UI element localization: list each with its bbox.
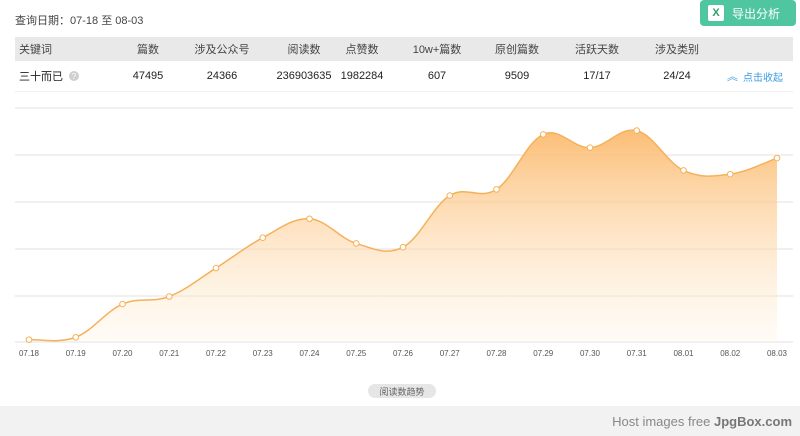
data-point-07.21[interactable] <box>165 293 173 300</box>
x-tick-label: 07.19 <box>66 349 87 358</box>
query-date-label: 查询日期： <box>15 15 70 27</box>
excel-icon: X <box>708 5 724 21</box>
header-keyword: 关键词 <box>19 44 52 56</box>
data-point-08.02[interactable] <box>726 170 734 178</box>
data-point-07.24[interactable] <box>306 215 313 223</box>
x-tick-label: 07.31 <box>627 349 648 358</box>
data-point-07.29[interactable] <box>539 131 547 138</box>
collapse-label: 点击收起 <box>743 72 783 84</box>
data-point-07.26[interactable] <box>399 243 407 251</box>
x-tick-label: 08.01 <box>673 349 694 358</box>
row-keyword: 三十而已 ? <box>19 61 79 91</box>
x-axis-ticks: 07.18 07.19 07.20 07.21 07.22 07.23 07.24 07.25… <box>19 349 788 358</box>
cell-categories: 24/24 <box>663 70 691 82</box>
data-point-07.18[interactable] <box>25 336 33 343</box>
x-tick-label: 07.24 <box>299 349 320 358</box>
export-analysis-button[interactable]: X 导出分析 <box>700 0 796 26</box>
query-date-range: 07-18 至 08-03 <box>70 15 144 27</box>
x-tick-label: 07.26 <box>393 349 414 358</box>
trend-area <box>29 130 777 342</box>
cell-articles: 47495 <box>132 70 164 82</box>
stats-table: 关键词 篇数 涉及公众号 阅读数 点赞数 10w+篇数 原创篇数 活跃天数 涉及… <box>15 37 793 92</box>
data-point-08.01[interactable] <box>680 167 687 174</box>
footer: Host images free JpgBox.com <box>0 406 800 436</box>
trend-tab[interactable]: 阅读数趋势 <box>368 384 436 398</box>
watermark-prefix: Host images free <box>612 414 714 429</box>
query-date: 查询日期：07-18 至 08-03 <box>15 12 143 28</box>
x-tick-label: 07.23 <box>253 349 274 358</box>
x-tick-label: 07.21 <box>159 349 180 358</box>
x-tick-label: 08.02 <box>720 349 741 358</box>
collapse-button[interactable]: ︽ 点击收起 <box>727 61 783 91</box>
x-tick-label: 07.25 <box>346 349 367 358</box>
cell-reads: 236903635 <box>276 70 332 82</box>
chevron-up-icon: ︽ <box>727 71 738 83</box>
header-10w: 10w+篇数 <box>412 44 462 56</box>
info-icon[interactable]: ? <box>69 71 79 81</box>
header-original: 原创篇数 <box>495 44 539 56</box>
data-point-07.20[interactable] <box>119 300 126 308</box>
export-button-label: 导出分析 <box>732 6 781 21</box>
data-point-08.03[interactable] <box>773 154 781 162</box>
data-point-07.28[interactable] <box>493 186 500 193</box>
header-articles: 篇数 <box>137 44 159 56</box>
data-point-07.19[interactable] <box>72 333 80 341</box>
header-active-days: 活跃天数 <box>575 44 619 56</box>
header-reads: 阅读数 <box>287 44 321 56</box>
data-point-07.23[interactable] <box>259 234 267 242</box>
watermark: Host images free JpgBox.com <box>612 414 792 429</box>
cell-original: 9509 <box>504 70 530 82</box>
x-tick-label: 07.18 <box>19 349 40 358</box>
x-tick-label: 07.30 <box>580 349 601 358</box>
cell-active-days: 17/17 <box>583 70 611 82</box>
data-point-07.30[interactable] <box>586 144 594 151</box>
data-point-07.27[interactable] <box>446 192 454 199</box>
x-tick-label: 07.27 <box>440 349 461 358</box>
data-point-07.31[interactable] <box>633 127 641 134</box>
table-row: 三十而已 ? 47495 24366 236903635 1982284 607… <box>15 61 793 92</box>
keyword-text: 三十而已 <box>19 71 63 83</box>
header-categories: 涉及类别 <box>655 44 699 56</box>
x-tick-label: 07.28 <box>486 349 507 358</box>
header-likes: 点赞数 <box>345 44 379 56</box>
x-tick-label: 08.03 <box>767 349 788 358</box>
table-header: 关键词 篇数 涉及公众号 阅读数 点赞数 10w+篇数 原创篇数 活跃天数 涉及… <box>15 37 793 61</box>
reading-trend-chart: 07.18 07.19 07.20 07.21 07.22 07.23 07.24 07.25… <box>15 107 793 358</box>
header-accounts: 涉及公众号 <box>194 44 250 56</box>
cell-likes: 1982284 <box>340 70 384 82</box>
x-tick-label: 07.20 <box>112 349 133 358</box>
cell-accounts: 24366 <box>206 70 238 82</box>
data-point-07.22[interactable] <box>212 264 220 272</box>
watermark-brand: JpgBox.com <box>713 414 792 429</box>
data-point-07.25[interactable] <box>352 240 360 247</box>
cell-10w: 607 <box>427 70 447 82</box>
x-tick-label: 07.29 <box>533 349 554 358</box>
x-tick-label: 07.22 <box>206 349 227 358</box>
